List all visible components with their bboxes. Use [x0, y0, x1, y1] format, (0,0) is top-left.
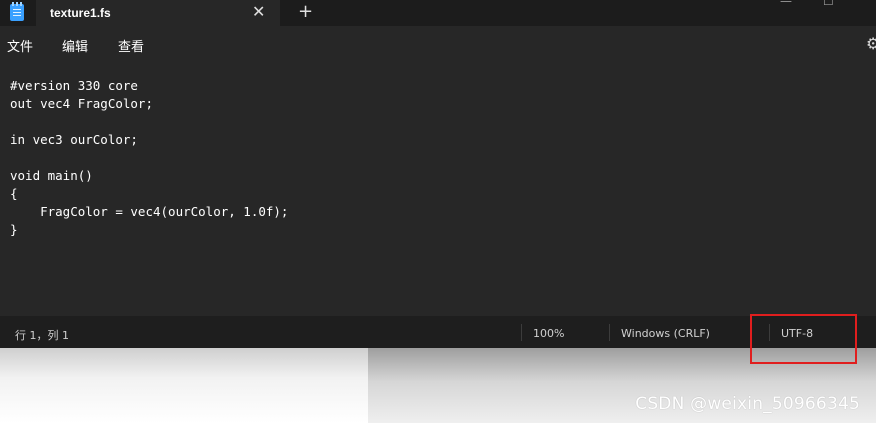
menu-bar: 文件 编辑 查看 ⚙: [0, 26, 876, 62]
code-line: FragColor = vec4(ourColor, 1.0f);: [10, 204, 289, 219]
cursor-position[interactable]: 行 1，列 1: [15, 327, 69, 343]
menu-edit[interactable]: 编辑: [62, 36, 88, 55]
zoom-level[interactable]: 100%: [533, 327, 564, 340]
menu-view[interactable]: 查看: [118, 36, 144, 55]
watermark: CSDN @weixin_50966345: [635, 394, 860, 414]
code-line: in vec3 ourColor;: [10, 132, 138, 147]
gear-icon[interactable]: ⚙: [866, 34, 876, 53]
tab-title: texture1.fs: [50, 6, 111, 20]
status-divider: [609, 324, 610, 341]
close-icon[interactable]: ✕: [252, 3, 265, 21]
code-line: #version 330 core: [10, 78, 138, 93]
tab-texture1[interactable]: texture1.fs ✕: [36, 0, 280, 26]
title-bar: texture1.fs ✕ + — ☐: [0, 0, 876, 26]
minimize-icon[interactable]: —: [780, 0, 792, 8]
notepad-icon: [10, 2, 24, 21]
code-line: }: [10, 222, 18, 237]
editor-content[interactable]: #version 330 core out vec4 FragColor; in …: [10, 77, 288, 239]
status-divider: [521, 324, 522, 341]
maximize-icon[interactable]: ☐: [823, 0, 834, 8]
background-left: [0, 348, 368, 423]
encoding-highlight-box: [750, 314, 857, 364]
code-line: out vec4 FragColor;: [10, 96, 153, 111]
code-line: void main(): [10, 168, 93, 183]
status-bar: 行 1，列 1 100% Windows (CRLF) UTF-8: [0, 316, 876, 348]
text-editor[interactable]: #version 330 core out vec4 FragColor; in …: [0, 62, 876, 316]
line-ending[interactable]: Windows (CRLF): [621, 327, 710, 340]
plus-icon[interactable]: +: [298, 2, 313, 22]
notepad-window: texture1.fs ✕ + — ☐ 文件 编辑 查看 ⚙ #version …: [0, 0, 876, 348]
code-line: {: [10, 186, 18, 201]
menu-file[interactable]: 文件: [7, 36, 33, 55]
